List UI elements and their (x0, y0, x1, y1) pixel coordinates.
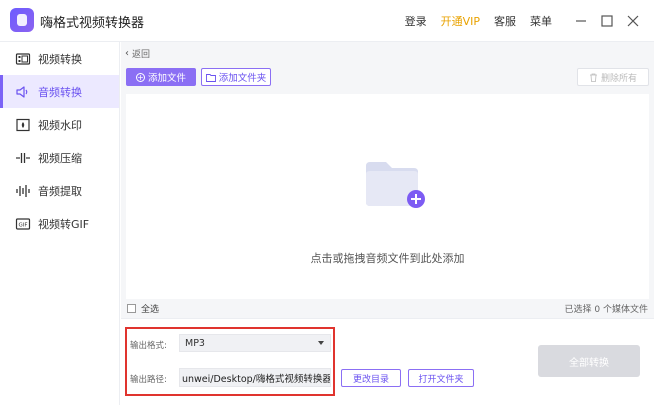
format-value: MP3 (185, 337, 205, 349)
drop-hint: 点击或拖拽音频文件到此处添加 (310, 252, 465, 265)
app-logo (10, 8, 34, 32)
compress-icon (14, 150, 32, 166)
back-button[interactable]: ‹ 返回 (125, 47, 150, 60)
sidebar-item-audio-convert[interactable]: 音频转换 (0, 75, 119, 108)
folder-icon (205, 73, 216, 82)
caret-down-icon (318, 341, 324, 345)
maximize-icon (601, 15, 613, 27)
selected-count: 已选择 0 个媒体文件 (564, 305, 648, 315)
checkbox[interactable] (127, 304, 136, 313)
folder-add-icon (366, 162, 425, 208)
speaker-icon (14, 84, 32, 100)
output-settings: 输出格式: MP3 输出路径: unwei/Desktop/嗨格式视频转换器 更… (121, 318, 654, 405)
select-all-label: 全选 (141, 305, 160, 315)
select-all-checkbox[interactable]: 全选 (127, 302, 159, 315)
sidebar-item-video-watermark[interactable]: 视频水印 (0, 108, 119, 141)
vip-link[interactable]: 开通VIP (441, 13, 480, 29)
waveform-icon (14, 183, 32, 199)
path-label: 输出路径: (130, 375, 167, 385)
sidebar-item-label: 音频提取 (38, 184, 82, 198)
add-file-label: 添加文件 (147, 73, 186, 84)
convert-all-button[interactable]: 全部转换 (538, 345, 640, 377)
minimize-icon (576, 20, 586, 22)
service-link[interactable]: 客服 (494, 13, 516, 29)
app-title: 嗨格式视频转换器 (40, 16, 145, 31)
add-folder-label: 添加文件夹 (218, 73, 267, 84)
trash-icon (589, 73, 597, 82)
chevron-left-icon: ‹ (125, 48, 129, 59)
title-bar: 嗨格式视频转换器 登录 开通VIP 客服 菜单 (0, 0, 654, 42)
sidebar-item-video-to-gif[interactable]: GIF 视频转GIF (0, 207, 119, 240)
sidebar-item-label: 音频转换 (38, 85, 82, 99)
delete-all-button[interactable]: 删除所有 (577, 68, 649, 86)
maximize-button[interactable] (596, 10, 618, 32)
sidebar: 视频转换 音频转换 视频水印 视频压缩 音频提取 GIF 视频转GIF (0, 42, 120, 405)
back-label: 返回 (132, 50, 151, 60)
drop-zone[interactable]: 点击或拖拽音频文件到此处添加 (126, 94, 649, 299)
sidebar-item-label: 视频转换 (38, 52, 82, 66)
change-dir-button[interactable]: 更改目录 (341, 369, 401, 387)
sidebar-item-label: 视频转GIF (38, 217, 90, 231)
sidebar-item-video-compress[interactable]: 视频压缩 (0, 141, 119, 174)
login-link[interactable]: 登录 (405, 13, 427, 29)
add-file-button[interactable]: + 添加文件 (126, 68, 196, 86)
top-menu: 登录 开通VIP 客服 菜单 (405, 0, 644, 42)
sidebar-item-label: 视频压缩 (38, 151, 82, 165)
close-icon (627, 15, 639, 27)
svg-text:GIF: GIF (18, 222, 27, 228)
close-button[interactable] (622, 10, 644, 32)
sidebar-item-label: 视频水印 (38, 118, 82, 132)
add-folder-button[interactable]: 添加文件夹 (201, 68, 271, 86)
main-panel: ‹ 返回 + 添加文件 添加文件夹 删除所有 点击或拖拽音频文件到此处添加 全选… (121, 42, 654, 405)
output-path-field[interactable]: unwei/Desktop/嗨格式视频转换器 (179, 368, 331, 387)
gif-icon: GIF (14, 216, 32, 232)
film-icon (14, 51, 32, 67)
plus-circle-icon: + (135, 72, 145, 82)
format-label: 输出格式: (130, 341, 167, 351)
format-select[interactable]: MP3 (179, 334, 331, 352)
menu-link[interactable]: 菜单 (530, 13, 552, 29)
sidebar-item-audio-extract[interactable]: 音频提取 (0, 174, 119, 207)
open-folder-button[interactable]: 打开文件夹 (408, 369, 474, 387)
delete-all-label: 删除所有 (600, 73, 637, 84)
sidebar-item-video-convert[interactable]: 视频转换 (0, 42, 119, 75)
watermark-icon (14, 117, 32, 133)
minimize-button[interactable] (570, 10, 592, 32)
